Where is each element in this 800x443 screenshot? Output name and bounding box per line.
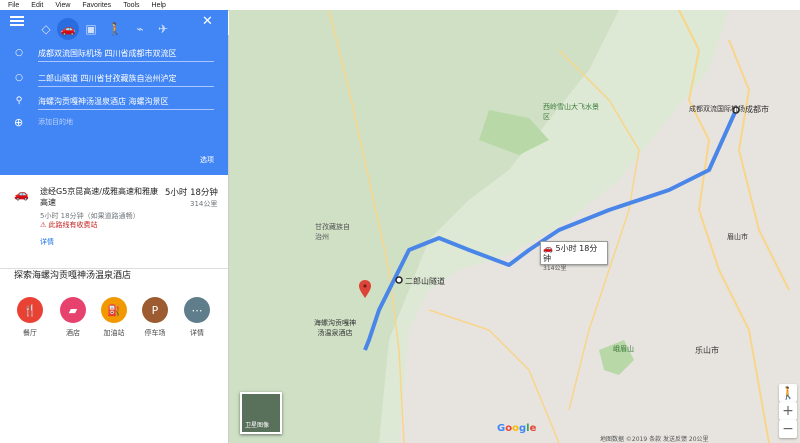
map-copyright: 地图数据 ©2019 条款 发送反馈 20公里 (600, 436, 709, 443)
more-category[interactable]: ⋯ 详情 (182, 297, 212, 338)
menu-help[interactable]: Help (152, 2, 166, 9)
restaurant-category[interactable]: 🍴 餐厅 (15, 297, 45, 338)
transit-mode-icon[interactable]: ▣ (80, 18, 102, 40)
destination-input[interactable]: 海螺沟贡嘎神汤温泉酒店 海螺沟景区 (38, 94, 214, 110)
route-duration-callout[interactable]: 🚗 5小时 18分钟 314公里 (540, 241, 608, 272)
travel-modes: ◇ 🚗 ▣ 🚶 ⌁ ✈ (0, 18, 228, 42)
hotel-category[interactable]: ▰ 酒店 (58, 297, 88, 338)
callout-distance: 314公里 (543, 265, 567, 272)
origin-dot-icon: ○ (15, 48, 23, 58)
menu-view[interactable]: View (55, 2, 70, 9)
origin-input[interactable]: 成都双流国际机场 四川省成都市双流区 (38, 46, 214, 62)
callout-car-icon: 🚗 (543, 244, 553, 253)
label-airport: 成都双流国际机场 (689, 105, 745, 113)
options-button[interactable]: 选项 (200, 155, 214, 165)
route-card[interactable]: 🚗 途经G5京昆高速/成雅高速和雅康高速 5小时 18分钟 314公里 5小时 … (0, 175, 228, 269)
more-icon: ⋯ (184, 297, 210, 323)
car-mode-icon[interactable]: 🚗 (57, 18, 79, 40)
label-emei: 峨眉山 (613, 345, 634, 353)
menu-tools[interactable]: Tools (123, 2, 139, 9)
zoom-in-button[interactable]: + (779, 402, 797, 420)
zoom-out-button[interactable]: − (779, 420, 797, 438)
bed-icon: ▰ (60, 297, 86, 323)
gas-station-category[interactable]: ⛽ 加油站 (99, 297, 129, 338)
google-logo: Google (497, 423, 537, 434)
label-ganzi: 甘孜藏族自治州 (315, 223, 350, 241)
add-destination-icon[interactable]: ⊕ (14, 116, 23, 129)
add-destination-label[interactable]: 添加目的地 (38, 117, 73, 127)
restaurant-label: 餐厅 (23, 329, 37, 337)
fork-knife-icon: 🍴 (17, 297, 43, 323)
map-canvas[interactable]: 成都双流国际机场 成都市 西岭雪山大飞水景区 甘孜藏族自治州 二郎山隧道 海螺沟… (229, 10, 800, 443)
route-details-link[interactable]: 详情 (40, 237, 54, 247)
directions-mode-icon[interactable]: ◇ (35, 18, 57, 40)
label-leshan: 乐山市 (695, 346, 719, 355)
flight-mode-icon[interactable]: ✈ (152, 18, 174, 40)
parking-category[interactable]: P 停车场 (140, 297, 170, 338)
parking-icon: P (142, 297, 168, 323)
menu-edit[interactable]: Edit (31, 2, 43, 9)
menu-favorites[interactable]: Favorites (82, 2, 111, 9)
destination-pin-icon: ⚲ (15, 96, 23, 106)
car-icon: 🚗 (14, 187, 29, 201)
route-via: 途经G5京昆高速/成雅高速和雅康高速 (40, 187, 158, 207)
satellite-toggle[interactable]: 卫星图像 (240, 392, 282, 434)
warning-icon: ⚠ (40, 221, 47, 229)
route-distance: 314公里 (190, 200, 218, 208)
directions-header: ◇ 🚗 ▣ 🚶 ⌁ ✈ ✕ ○ 成都双流国际机场 四川省成都市双流区 ○ 二郎山… (0, 10, 228, 175)
waypoint-dot-icon: ○ (15, 73, 23, 83)
label-chengdu: 成都市 (745, 105, 769, 114)
fuel-icon: ⛽ (101, 297, 127, 323)
label-meishan: 眉山市 (727, 233, 748, 241)
explore-title: 探索海螺沟贡嘎神汤温泉酒店 (14, 271, 132, 281)
parking-label: 停车场 (144, 329, 166, 337)
directions-panel: ◇ 🚗 ▣ 🚶 ⌁ ✈ ✕ ○ 成都双流国际机场 四川省成都市双流区 ○ 二郎山… (0, 10, 229, 443)
route-duration: 5小时 18分钟 (165, 188, 218, 198)
label-hotel: 海螺沟贡嘎神汤温泉酒店 (314, 319, 356, 337)
bicycle-mode-icon[interactable]: ⌁ (129, 18, 151, 40)
gas-station-label: 加油站 (103, 329, 125, 337)
toll-warning-text: 此路线有收费站 (48, 221, 98, 229)
waypoint-input[interactable]: 二郎山隧道 四川省甘孜藏族自治州泸定 (38, 71, 214, 87)
label-xiling: 西岭雪山大飞水景区 (543, 103, 599, 121)
menu-file[interactable]: File (8, 2, 19, 9)
pegman-icon[interactable]: 🚶 (779, 384, 797, 402)
close-icon[interactable]: ✕ (202, 14, 213, 29)
walking-mode-icon[interactable]: 🚶 (104, 18, 126, 40)
toll-warning: ⚠ 此路线有收费站 (40, 220, 98, 230)
callout-duration: 🚗 5小时 18分钟 (543, 244, 605, 264)
hotel-label: 酒店 (66, 329, 80, 337)
label-erlang: 二郎山隧道 (405, 277, 445, 286)
satellite-label: 卫星图像 (245, 422, 270, 429)
more-label: 详情 (190, 329, 204, 337)
